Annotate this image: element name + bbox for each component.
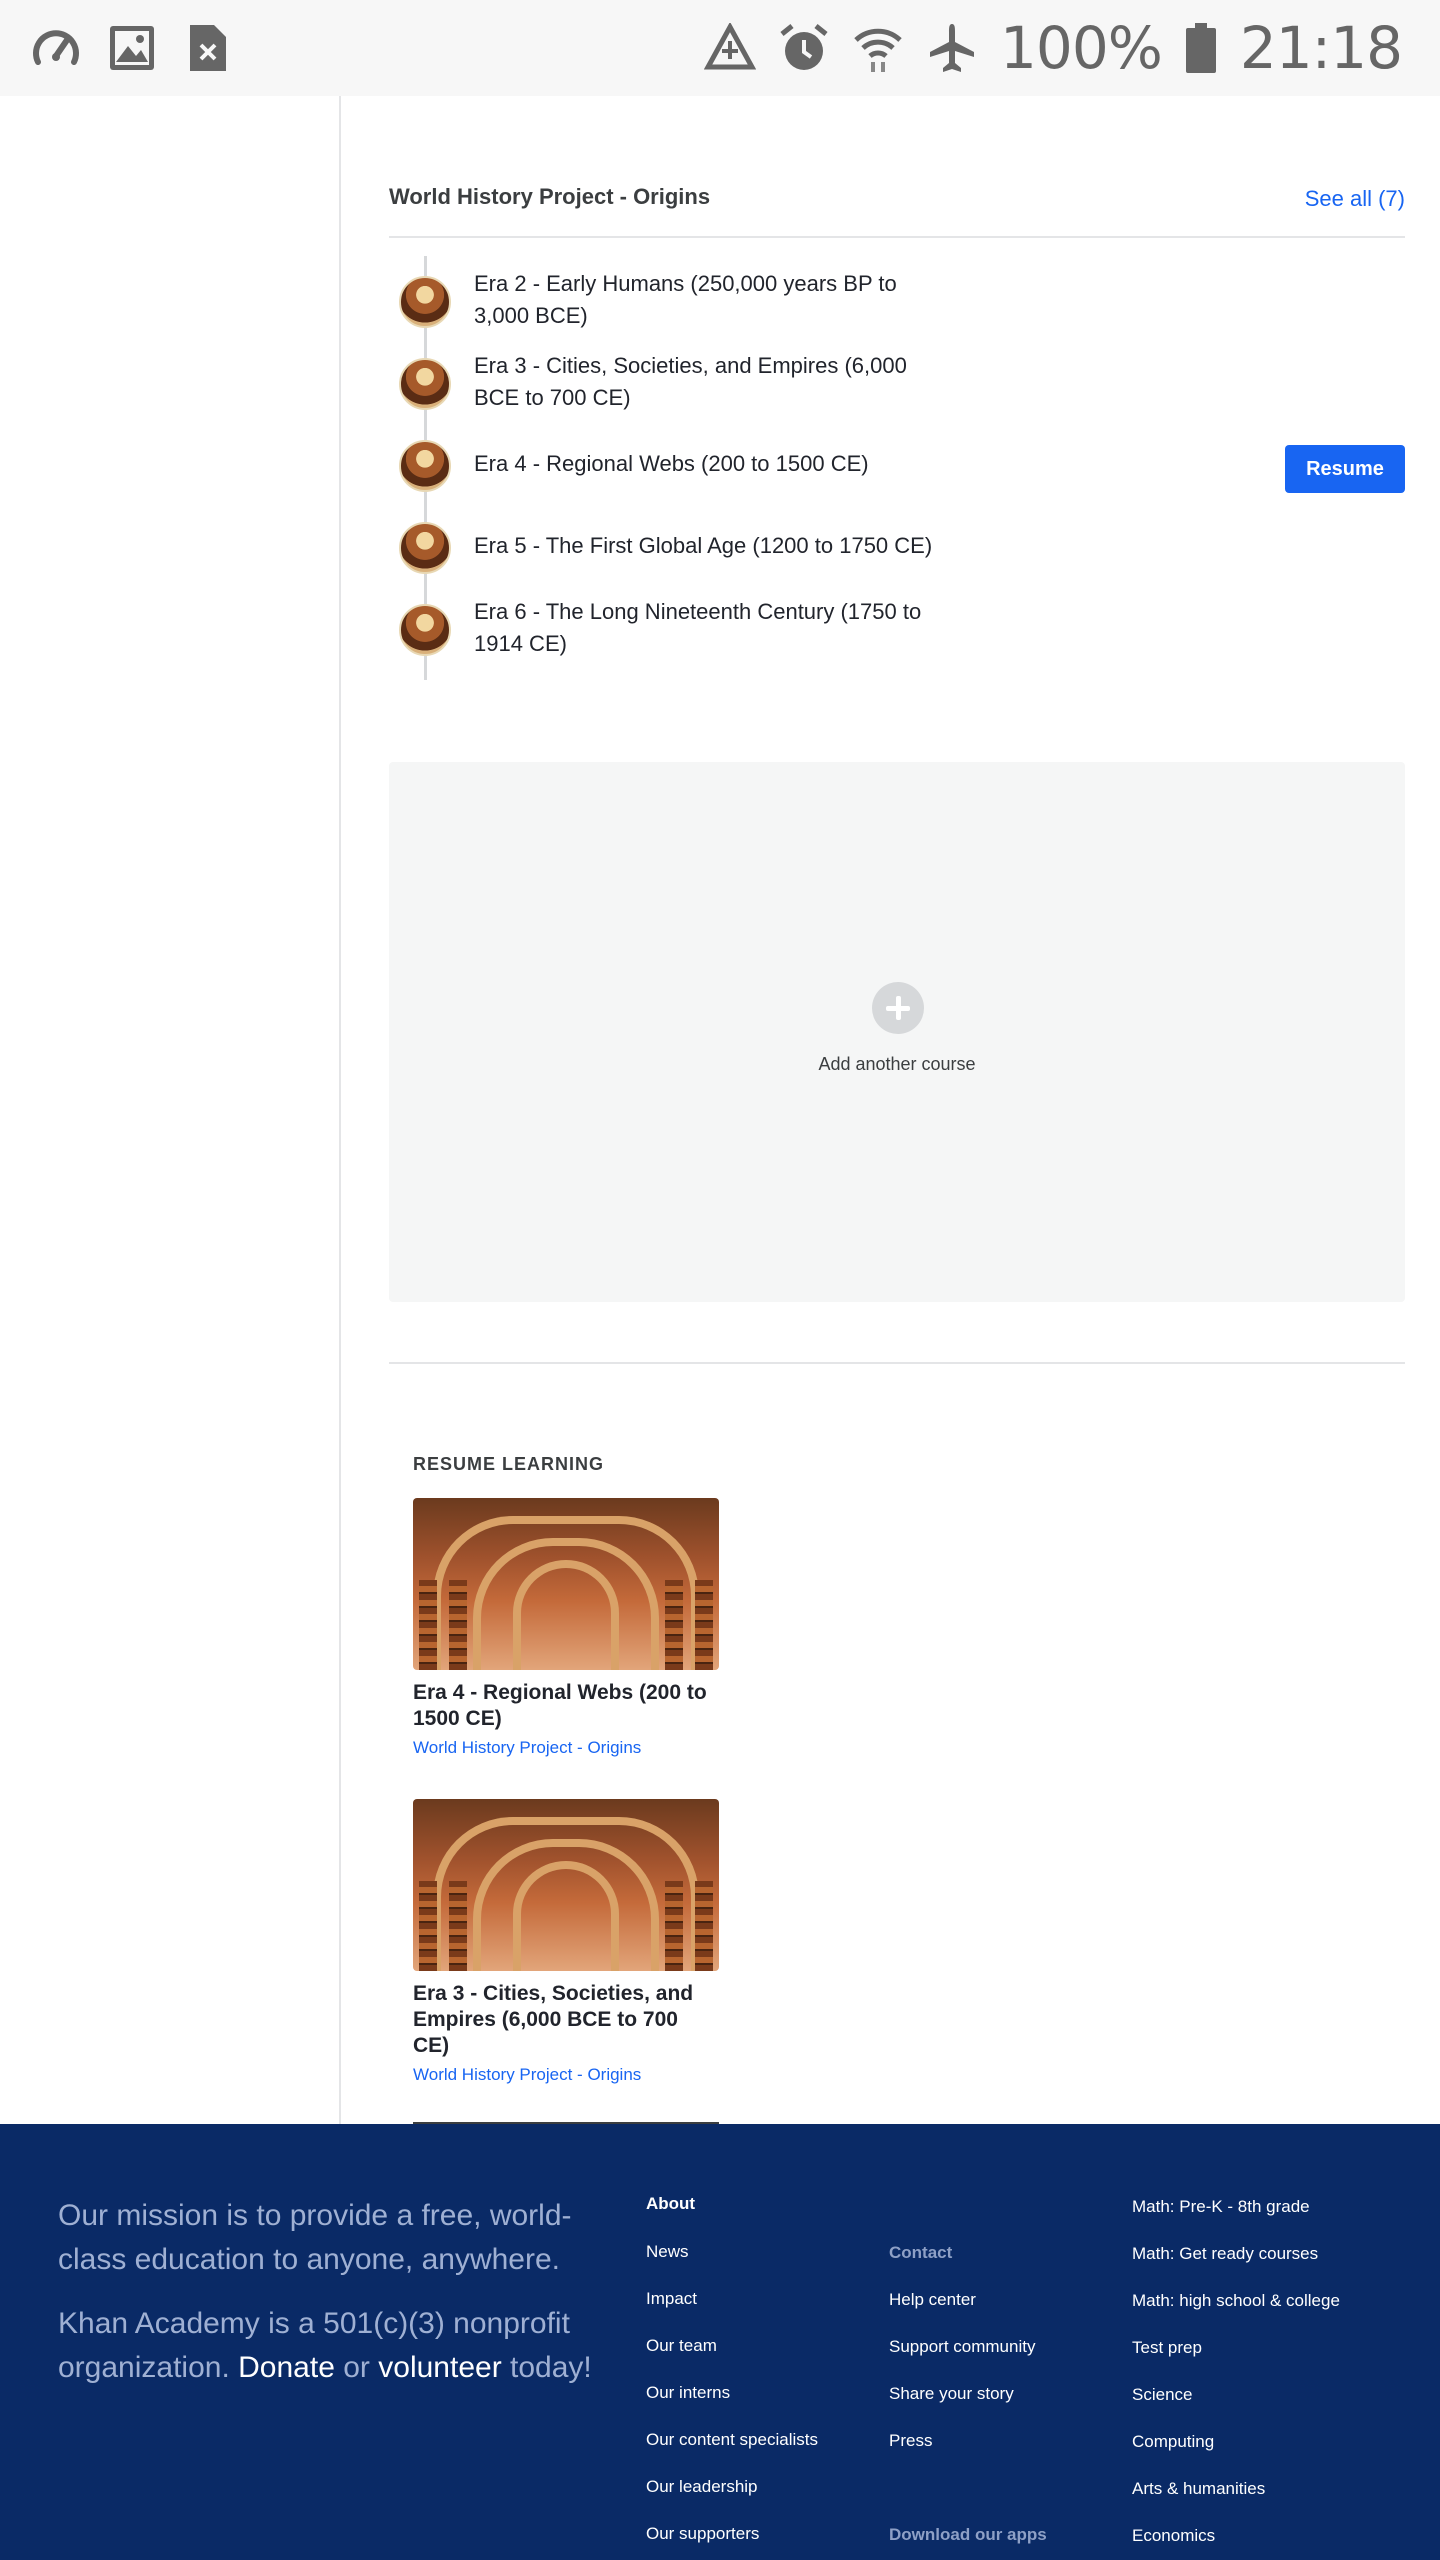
footer-link-content-specialists[interactable]: Our content specialists [646,2429,818,2476]
battery-icon [1184,20,1218,76]
unit-thumbnail [399,358,451,410]
volunteer-link[interactable]: volunteer [378,2351,501,2384]
unit-thumbnail [399,440,451,492]
mission-statement: Our mission is to provide a free, world-… [58,2194,618,2390]
unit-title[interactable]: Era 6 - The Long Nineteenth Century (175… [474,596,944,660]
unit-item[interactable]: Era 3 - Cities, Societies, and Empires (… [389,338,1405,420]
file-close-icon [182,20,234,76]
footer-link-help-center[interactable]: Help center [889,2289,1047,2336]
footer-contact-column: Contact Help center Support community Sh… [889,2242,1047,2560]
footer-link-our-supporters[interactable]: Our supporters [646,2523,818,2560]
footer-link-our-interns[interactable]: Our interns [646,2382,818,2429]
card-course-link[interactable]: World History Project - Origins [413,2065,719,2085]
unit-item[interactable]: Era 5 - The First Global Age (1200 to 17… [389,502,1405,584]
footer-link-share-story[interactable]: Share your story [889,2383,1047,2430]
footer-subject-link[interactable]: Economics [1132,2525,1340,2560]
footer-about-column: About News Impact Our team Our interns O… [646,2194,818,2560]
mission-text: Our mission is to provide a free, world-… [58,2199,572,2276]
speedometer-icon [30,20,82,76]
footer-link-support-community[interactable]: Support community [889,2336,1047,2383]
clock: 21:18 [1239,14,1403,82]
footer-subject-link[interactable]: Arts & humanities [1132,2478,1340,2525]
airplane-icon [926,20,978,76]
section-divider [389,1362,1405,1364]
data-saver-icon [704,20,757,76]
battery-percent: 100% [1000,14,1163,82]
unit-thumbnail [399,276,451,328]
resume-card[interactable]: Era 3 - Cities, Societies, and Empires (… [413,1799,719,2085]
add-course-label[interactable]: Add another course [389,1054,1405,1075]
add-course-panel[interactable]: Add another course [389,762,1405,1302]
unit-title[interactable]: Era 3 - Cities, Societies, and Empires (… [474,350,944,414]
image-icon [106,20,158,76]
donate-link[interactable]: Donate [238,2351,335,2384]
course-title[interactable]: World History Project - Origins [389,184,710,210]
plus-circle-icon[interactable] [872,982,924,1034]
sidebar [0,96,341,2124]
unit-title[interactable]: Era 2 - Early Humans (250,000 years BP t… [474,268,944,332]
card-title[interactable]: Era 3 - Cities, Societies, and Empires (… [413,1981,719,2059]
footer: Our mission is to provide a free, world-… [0,2124,1440,2560]
footer-link-impact[interactable]: Impact [646,2288,818,2335]
card-course-link[interactable]: World History Project - Origins [413,1738,719,1758]
footer-subjects-column: Math: Pre-K - 8th grade Math: Get ready … [1132,2196,1340,2560]
footer-link-news[interactable]: News [646,2241,818,2288]
today-text: today! [510,2351,592,2384]
footer-contact-heading: Contact [889,2243,953,2262]
unit-title[interactable]: Era 4 - Regional Webs (200 to 1500 CE) [474,448,944,480]
footer-apps-heading: Download our apps [889,2525,1047,2544]
or-text: or [343,2351,370,2384]
resume-learning-heading: RESUME LEARNING [413,1454,605,1474]
unit-title[interactable]: Era 5 - The First Global Age (1200 to 17… [474,530,944,562]
footer-link-press[interactable]: Press [889,2430,1047,2477]
unit-item[interactable]: Era 6 - The Long Nineteenth Century (175… [389,584,1405,666]
unit-item[interactable]: Era 4 - Regional Webs (200 to 1500 CE) R… [389,420,1405,502]
library-thumbnail[interactable] [413,1498,719,1670]
unit-item[interactable]: Era 2 - Early Humans (250,000 years BP t… [389,256,1405,338]
resume-card[interactable]: Era 4 - Regional Webs (200 to 1500 CE) W… [413,1498,719,1758]
unit-thumbnail [399,522,451,574]
status-bar: 100% 21:18 [0,0,1440,96]
unit-list: Era 2 - Early Humans (250,000 years BP t… [389,256,1405,686]
footer-link-our-team[interactable]: Our team [646,2335,818,2382]
wifi-icon [852,20,904,76]
see-all-link[interactable]: See all (7) [1305,186,1405,212]
library-thumbnail[interactable] [413,1799,719,1971]
nonprofit-text: Khan Academy is a 501(c)(3) nonprofit or… [58,2302,618,2390]
footer-subject-link[interactable]: Computing [1132,2431,1340,2478]
alarm-icon [778,20,830,76]
unit-thumbnail [399,604,451,656]
card-title[interactable]: Era 4 - Regional Webs (200 to 1500 CE) [413,1680,719,1732]
footer-subject-link[interactable]: Science [1132,2384,1340,2431]
course-header: World History Project - Origins See all … [389,184,1405,238]
footer-subject-link[interactable]: Math: high school & college [1132,2290,1340,2337]
footer-about-heading: About [646,2194,696,2213]
footer-subject-link[interactable]: Math: Pre-K - 8th grade [1132,2196,1340,2243]
footer-spacer [889,2477,1047,2524]
resume-button[interactable]: Resume [1285,445,1405,493]
main-content: World History Project - Origins See all … [343,96,1440,2124]
footer-subject-link[interactable]: Test prep [1132,2337,1340,2384]
footer-subject-link[interactable]: Math: Get ready courses [1132,2243,1340,2290]
footer-link-our-leadership[interactable]: Our leadership [646,2476,818,2523]
